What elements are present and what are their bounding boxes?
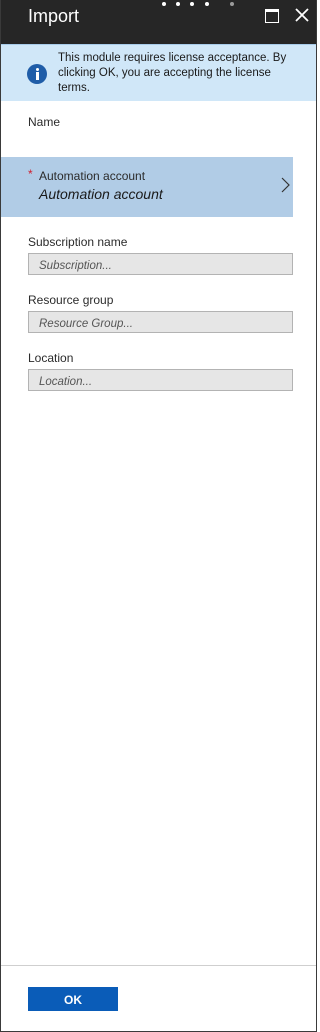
resource-group-label: Resource group xyxy=(28,293,114,307)
title-bar: Import xyxy=(1,0,316,44)
required-marker: * xyxy=(28,167,33,181)
maximize-button[interactable] xyxy=(264,8,280,23)
automation-account-label: Automation account xyxy=(39,169,146,183)
page-dot[interactable] xyxy=(176,2,180,6)
subscription-label: Subscription name xyxy=(28,235,128,249)
close-button[interactable] xyxy=(293,6,311,24)
automation-account-selector[interactable]: * Automation account Automation account xyxy=(1,157,293,217)
resource-group-input[interactable] xyxy=(28,311,293,333)
automation-account-value: Automation account xyxy=(39,186,163,202)
page-dot[interactable] xyxy=(162,2,166,6)
import-blade: Import This module requires license acce… xyxy=(0,0,317,1032)
page-dot[interactable] xyxy=(205,2,209,6)
page-dot[interactable] xyxy=(190,2,194,6)
page-dot[interactable] xyxy=(230,2,234,6)
license-message: This module requires license acceptance.… xyxy=(58,52,287,94)
footer-divider xyxy=(1,965,316,966)
ok-button[interactable]: OK xyxy=(28,987,118,1011)
close-icon xyxy=(295,8,309,22)
maximize-icon xyxy=(265,9,279,23)
location-label: Location xyxy=(28,351,74,365)
subscription-input[interactable] xyxy=(28,253,293,275)
name-label: Name xyxy=(28,115,61,129)
location-input[interactable] xyxy=(28,369,293,391)
chevron-right-icon xyxy=(281,177,290,193)
info-icon xyxy=(27,64,47,84)
blade-title: Import xyxy=(28,6,80,26)
license-info-banner: This module requires license acceptance.… xyxy=(1,44,316,101)
